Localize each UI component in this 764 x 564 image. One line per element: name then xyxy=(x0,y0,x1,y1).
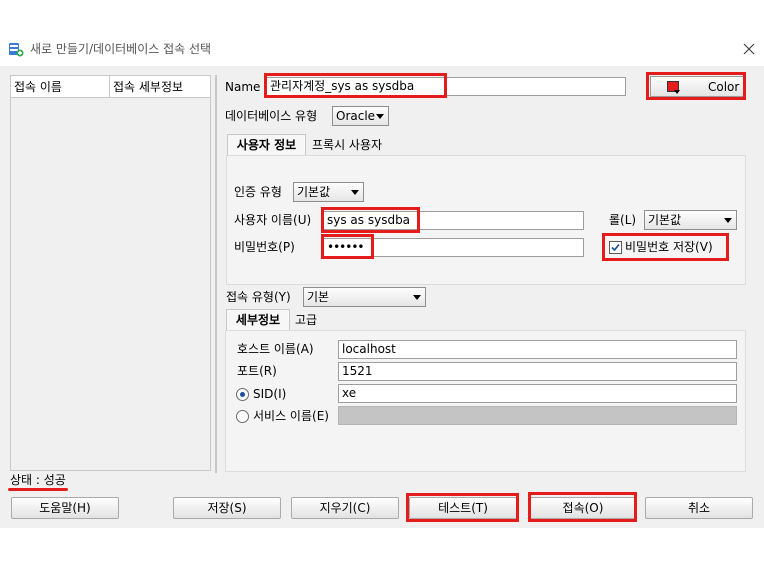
username-input[interactable]: sys as sysdba xyxy=(323,211,584,230)
chevron-down-icon xyxy=(674,90,680,94)
chevron-down-icon xyxy=(351,190,359,195)
conn-type-value: 기본 xyxy=(307,290,330,304)
connect-button[interactable]: 접속(O) xyxy=(529,497,637,519)
chevron-down-icon xyxy=(376,114,384,119)
db-type-value: Oracle xyxy=(336,109,376,123)
column-header-connection-details[interactable]: 접속 세부정보 xyxy=(113,80,183,94)
role-value: 기본값 xyxy=(648,213,682,227)
column-divider[interactable] xyxy=(109,76,110,98)
save-password-checkbox[interactable] xyxy=(609,241,622,254)
close-button[interactable] xyxy=(738,38,760,60)
color-button[interactable]: Color xyxy=(650,76,745,97)
role-select[interactable]: 기본값 xyxy=(644,210,737,230)
status-text: 상태 : 성공 xyxy=(10,473,66,487)
tab-proxy-user[interactable]: 프록시 사용자 xyxy=(312,138,382,152)
chevron-down-icon xyxy=(413,295,421,300)
sid-radio[interactable] xyxy=(236,388,249,401)
radio-selected-dot xyxy=(240,392,245,397)
sid-label[interactable]: SID(I) xyxy=(253,387,286,401)
tab-advanced[interactable]: 고급 xyxy=(295,313,317,327)
window-title: 새로 만들기/데이터베이스 접속 선택 xyxy=(30,42,212,56)
color-label: Color xyxy=(708,80,740,94)
name-input[interactable]: 관리자계정_sys as sysdba xyxy=(266,77,626,96)
chevron-down-icon xyxy=(724,218,732,223)
username-label: 사용자 이름(U) xyxy=(234,213,312,227)
password-label: 비밀번호(P) xyxy=(234,240,295,254)
host-label: 호스트 이름(A) xyxy=(237,342,314,356)
database-connection-icon xyxy=(9,43,24,57)
clear-button[interactable]: 지우기(C) xyxy=(291,497,399,519)
host-input[interactable]: localhost xyxy=(338,340,737,359)
conn-type-label: 접속 유형(Y) xyxy=(226,290,291,304)
column-header-connection-name[interactable]: 접속 이름 xyxy=(14,80,62,94)
service-name-input xyxy=(338,406,737,425)
port-label: 포트(R) xyxy=(237,364,277,378)
auth-type-value: 기본값 xyxy=(297,185,331,199)
name-label: Name xyxy=(225,80,261,94)
save-button[interactable]: 저장(S) xyxy=(173,497,281,519)
tab-user-info[interactable]: 사용자 정보 xyxy=(227,134,306,156)
auth-type-label: 인증 유형 xyxy=(234,185,282,199)
db-type-select[interactable]: Oracle xyxy=(332,106,389,126)
help-button[interactable]: 도움말(H) xyxy=(11,497,119,519)
port-input[interactable]: 1521 xyxy=(338,362,737,381)
checkmark-icon xyxy=(611,243,620,252)
sid-input[interactable]: xe xyxy=(338,384,737,403)
tab-details[interactable]: 세부정보 xyxy=(226,309,290,331)
service-name-label[interactable]: 서비스 이름(E) xyxy=(253,409,329,423)
service-name-radio[interactable] xyxy=(236,410,249,423)
conn-type-select[interactable]: 기본 xyxy=(303,287,426,307)
close-icon xyxy=(743,43,755,55)
db-type-label: 데이터베이스 유형 xyxy=(225,109,318,123)
panel-splitter[interactable] xyxy=(215,75,217,473)
password-input[interactable]: •••••• xyxy=(323,238,584,257)
test-button[interactable]: 테스트(T) xyxy=(409,497,517,519)
save-password-label[interactable]: 비밀번호 저장(V) xyxy=(625,240,713,254)
role-label: 롤(L) xyxy=(609,213,637,227)
status-underline xyxy=(8,488,68,491)
auth-type-select[interactable]: 기본값 xyxy=(293,182,364,202)
cancel-button[interactable]: 취소 xyxy=(645,497,753,519)
connection-list[interactable] xyxy=(10,75,211,471)
